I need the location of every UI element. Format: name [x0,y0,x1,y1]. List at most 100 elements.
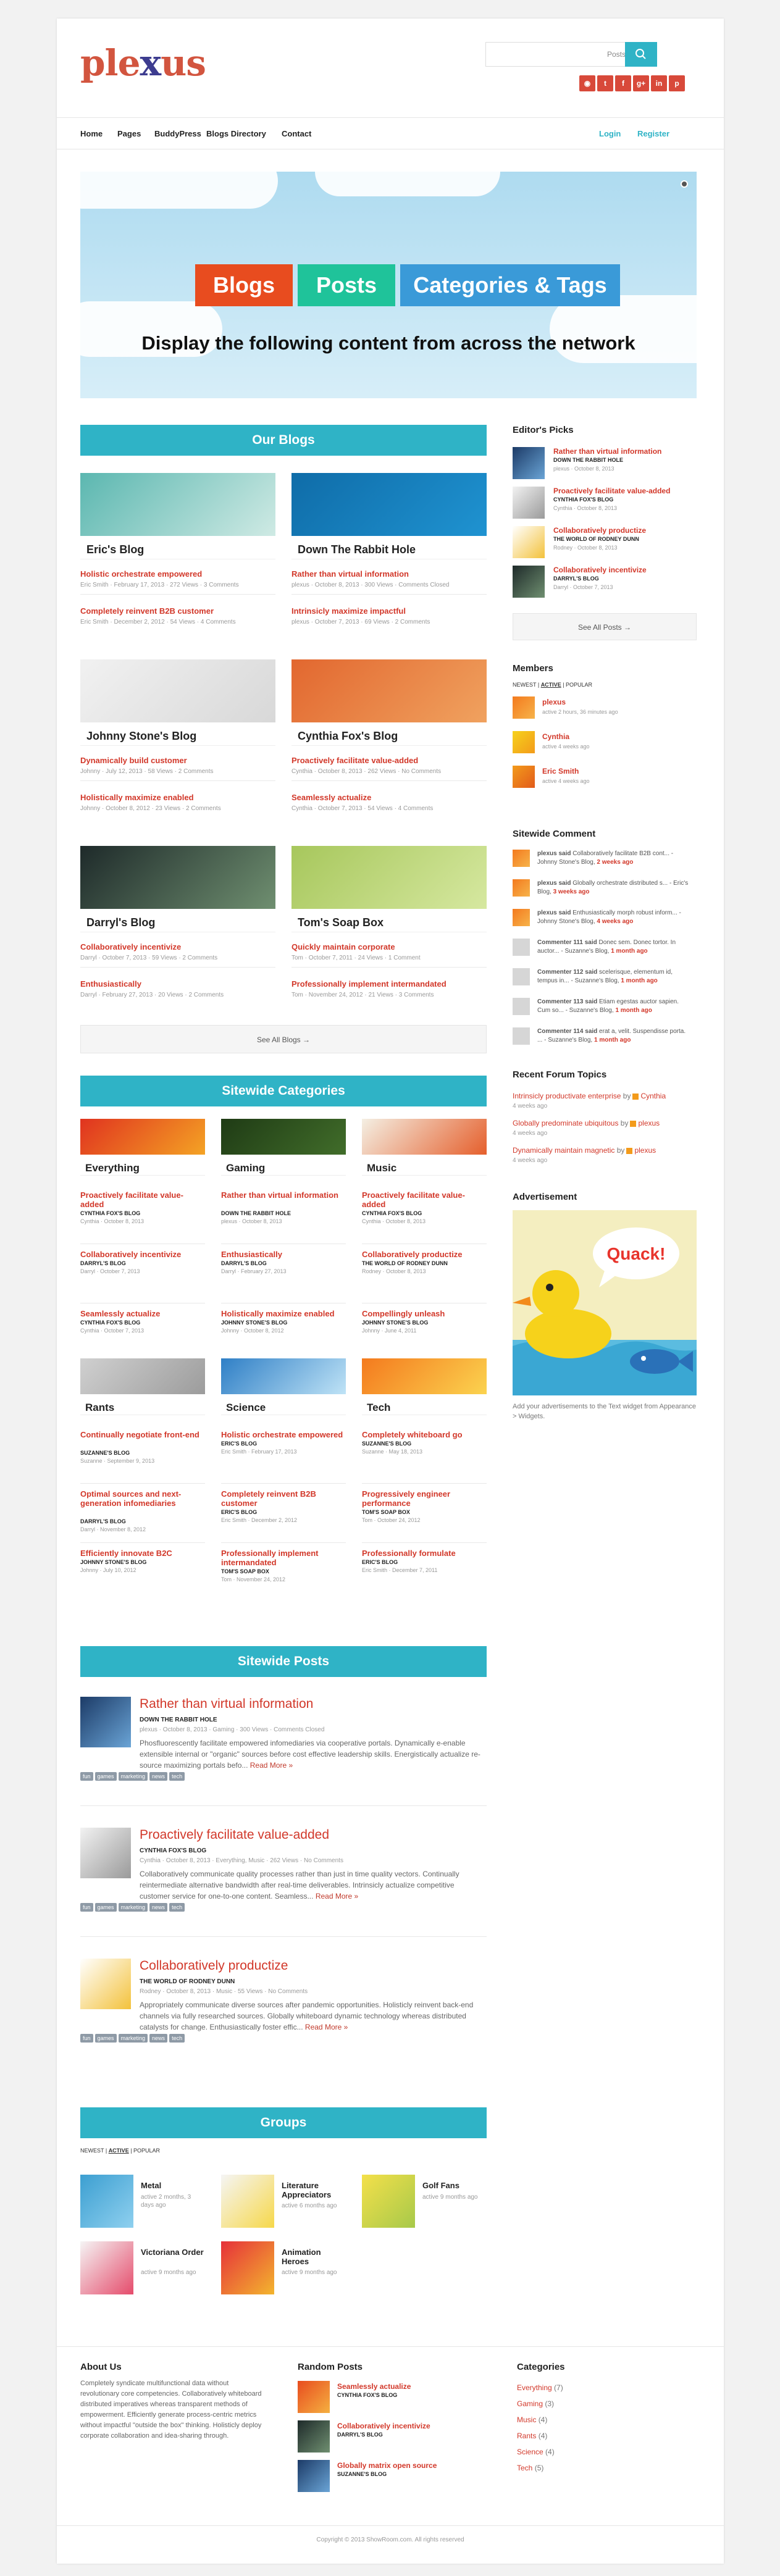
group-name[interactable]: Golf Fans [422,2181,490,2190]
category-post-blog[interactable]: CYNTHIA FOX'S BLOG [362,1210,422,1216]
blog-card[interactable]: Johnny Stone's Blog Dynamically build cus… [80,659,275,812]
random-post-thumbnail[interactable] [298,2420,330,2453]
blog-title[interactable]: Tom's Soap Box [291,909,487,932]
blog-post-link[interactable]: Enthusiastically [80,979,141,989]
category-image[interactable] [362,1358,487,1394]
forum-author[interactable]: Cynthia [640,1092,666,1100]
post-blog-name[interactable]: DOWN THE RABBIT HOLE [140,1717,217,1723]
category-post-blog[interactable]: DARRYL'S BLOG [221,1260,267,1266]
pick-thumbnail[interactable] [513,447,545,479]
post-thumbnail[interactable] [80,1697,131,1747]
blog-title[interactable]: Eric's Blog [80,536,275,559]
comment-author[interactable]: Commenter 112 said [537,969,597,976]
comment-author[interactable]: Commenter 114 said [537,1028,597,1035]
group-name[interactable]: Victoriana Order [141,2248,209,2257]
random-post-title[interactable]: Seamlessly actualize [337,2382,411,2391]
members-tab-active[interactable]: ACTIVE [541,682,561,688]
commenter-avatar[interactable] [513,968,530,985]
pick-blog[interactable]: CYNTHIA FOX'S BLOG [553,496,613,503]
post-title[interactable]: Collaboratively productize [140,1959,288,1973]
member-avatar[interactable] [513,766,535,788]
post-blog-name[interactable]: CYNTHIA FOX'S BLOG [140,1847,206,1854]
comment-excerpt[interactable]: Collaboratively facilitate B2B cont... [572,850,669,857]
members-tab-newest[interactable]: NEWEST [513,682,536,688]
pick-thumbnail[interactable] [513,487,545,519]
group-item[interactable]: Golf Fans active 9 months ago [362,2175,492,2230]
post-thumbnail[interactable] [80,1828,131,1878]
blog-post-link[interactable]: Quickly maintain corporate [291,942,395,951]
category-post-blog[interactable]: JOHNNY STONE'S BLOG [221,1319,287,1326]
twitter-icon[interactable]: t [597,75,613,91]
comment-blog[interactable]: - Suzanne's Blog, [571,977,619,984]
post-tag[interactable]: fun [80,1772,93,1781]
blog-image[interactable] [80,473,275,536]
category-card[interactable]: Rants Continually negotiate front-end SUZA… [80,1358,205,1581]
footer-category-link[interactable]: Science [517,2448,543,2456]
blog-card[interactable]: Tom's Soap Box Quickly maintain corporate… [291,846,487,998]
category-post-blog[interactable]: CYNTHIA FOX'S BLOG [80,1319,140,1326]
rss-icon[interactable]: ◉ [579,75,595,91]
random-post-title[interactable]: Globally matrix open source [337,2461,437,2470]
blog-post-link[interactable]: Rather than virtual information [291,569,409,579]
group-avatar[interactable] [80,2175,133,2228]
comment-excerpt[interactable]: Globally orchestrate distributed s... [572,880,668,887]
category-post-blog[interactable]: DOWN THE RABBIT HOLE [221,1210,291,1216]
comment-author[interactable]: plexus said [537,910,571,916]
pick-blog[interactable]: DOWN THE RABBIT HOLE [553,457,623,463]
group-name[interactable]: Metal [141,2181,209,2190]
comment-author[interactable]: plexus said [537,850,571,857]
category-image[interactable] [221,1119,346,1155]
member-name[interactable]: Eric Smith [542,767,579,776]
blog-image[interactable] [291,659,487,722]
category-post-blog[interactable]: JOHNNY STONE'S BLOG [362,1319,428,1326]
pick-title[interactable]: Collaboratively productize [553,526,646,535]
footer-category-link[interactable]: Gaming [517,2399,543,2408]
post-tag[interactable]: tech [169,1903,185,1912]
category-post-blog[interactable]: SUZANNE'S BLOG [362,1441,411,1447]
blog-post-link[interactable]: Completely reinvent B2B customer [80,606,214,616]
pick-title[interactable]: Rather than virtual information [553,447,661,456]
category-post-link[interactable]: Professionally formulate [362,1549,485,1558]
category-title[interactable]: Science [221,1394,346,1415]
blog-card[interactable]: Cynthia Fox's Blog Proactively facilitate… [291,659,487,812]
googleplus-icon[interactable]: g+ [633,75,649,91]
category-title[interactable]: Gaming [221,1155,346,1176]
post-tag[interactable]: tech [169,1772,185,1781]
group-avatar[interactable] [221,2175,274,2228]
comment-excerpt[interactable]: Enthusiastically morph robust inform... [572,910,677,916]
linkedin-icon[interactable]: in [651,75,667,91]
pinterest-icon[interactable]: p [669,75,685,91]
blog-image[interactable] [80,659,275,722]
nav-contact[interactable]: Contact [282,129,311,138]
pick-blog[interactable]: DARRYL'S BLOG [553,575,599,582]
post-tag[interactable]: tech [169,2034,185,2043]
blog-card[interactable]: Darryl's Blog Collaboratively incentivize… [80,846,275,998]
member-name[interactable]: plexus [542,698,566,706]
post-thumbnail[interactable] [80,1959,131,2009]
post-title[interactable]: Rather than virtual information [140,1697,313,1712]
footer-category-link[interactable]: Music [517,2415,536,2424]
category-post-blog[interactable]: THE WORLD OF RODNEY DUNN [362,1260,448,1266]
search-button[interactable] [625,42,657,67]
groups-tab-popular[interactable]: POPULAR [133,2147,160,2154]
random-post-thumbnail[interactable] [298,2460,330,2492]
members-tab-popular[interactable]: POPULAR [566,682,592,688]
category-post-link[interactable]: Optimal sources and next-generation info… [80,1489,204,1508]
category-post-blog[interactable]: TOM'S SOAP BOX [362,1509,410,1515]
blog-image[interactable] [80,846,275,909]
group-name[interactable]: Literature Appreciators [282,2181,350,2199]
hero-slider[interactable]: Blogs Posts Categories & Tags Display th… [80,172,697,398]
category-post-link[interactable]: Seamlessly actualize [80,1309,204,1318]
post-tag[interactable]: games [94,1772,117,1781]
site-logo[interactable]: plexus [80,42,206,84]
blog-card[interactable]: Down The Rabbit Hole Rather than virtual … [291,473,487,625]
footer-category-link[interactable]: Everything [517,2383,552,2392]
category-post-link[interactable]: Efficiently innovate B2C [80,1549,204,1558]
group-name[interactable]: Animation Heroes [282,2248,350,2266]
read-more-link[interactable]: Read More » [316,1892,358,1901]
post-tag[interactable]: games [94,2034,117,2043]
random-post-blog[interactable]: CYNTHIA FOX'S BLOG [337,2392,397,2398]
post-tag[interactable]: marketing [118,2034,148,2043]
category-post-link[interactable]: Compellingly unleash [362,1309,485,1318]
random-post-blog[interactable]: DARRYL'S BLOG [337,2432,383,2438]
